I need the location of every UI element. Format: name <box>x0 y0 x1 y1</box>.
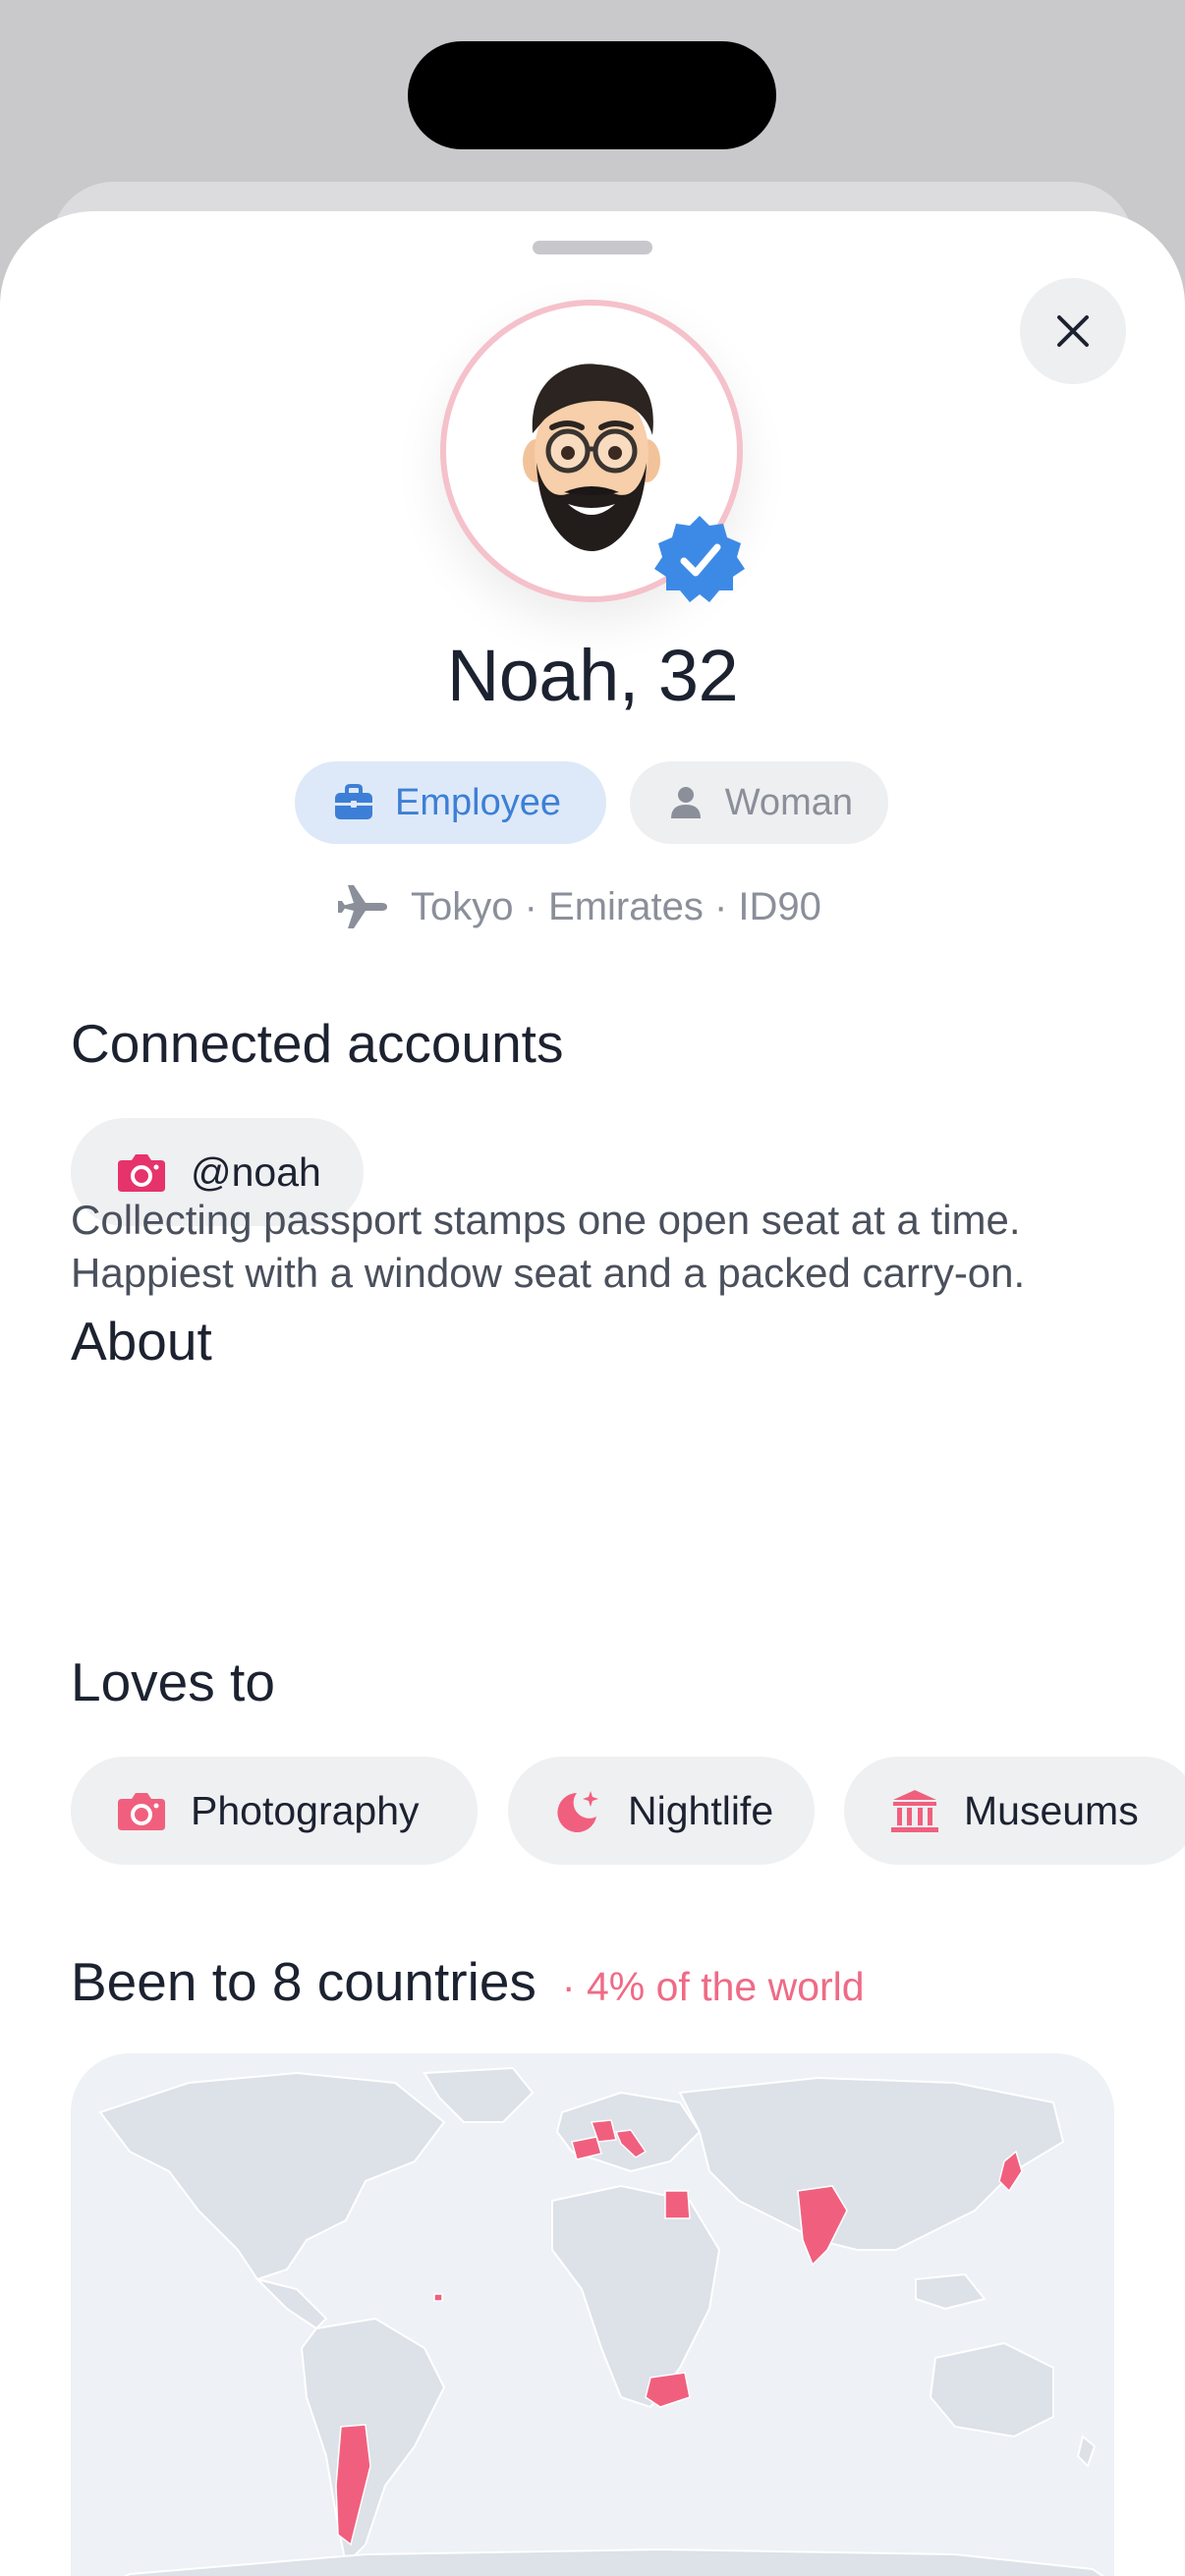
museum-icon <box>887 1783 942 1838</box>
connected-accounts-title: Connected accounts <box>71 1013 564 1074</box>
interest-chip-nightlife[interactable]: Nightlife <box>508 1757 815 1865</box>
employee-chip-label: Employee <box>395 781 561 823</box>
gender-chip: Woman <box>630 761 888 844</box>
land-greenland <box>423 2066 535 2123</box>
visited-south-africa <box>645 2372 691 2408</box>
countries-percentage: · 4% of the world <box>561 1964 865 2009</box>
briefcase-icon <box>332 781 375 824</box>
world-map[interactable] <box>71 2053 1114 2576</box>
airplane-icon <box>338 885 387 928</box>
instagram-handle: @noah <box>191 1148 321 1195</box>
loves-to-title: Loves to <box>71 1652 275 1712</box>
land-new-zealand <box>1076 2435 1097 2468</box>
close-icon <box>1057 315 1089 347</box>
land-antarctica <box>123 2548 1105 2576</box>
countries-header: Been to 8 countries · 4% of the world <box>71 1950 865 2013</box>
person-icon <box>667 781 705 824</box>
travel-meta-text: Tokyo · Emirates · ID90 <box>411 884 821 928</box>
profile-chips: Employee Woman <box>295 761 888 844</box>
land-africa <box>551 2184 721 2409</box>
visited-egypt <box>664 2190 691 2219</box>
travel-meta: Tokyo · Emirates · ID90 <box>334 877 821 936</box>
land-central-america <box>254 2277 328 2330</box>
sheet-grabber[interactable] <box>533 241 652 254</box>
employee-chip: Employee <box>295 761 606 844</box>
gender-chip-label: Woman <box>724 781 853 823</box>
interest-chip-photography[interactable]: Photography <box>71 1757 478 1865</box>
camera-icon <box>114 1145 169 1200</box>
land-australia <box>929 2341 1054 2438</box>
interest-label: Nightlife <box>628 1787 774 1833</box>
profile-sheet: Noah, 32 Employee Woman Tokyo · Emirates… <box>0 211 1185 2576</box>
camera-icon <box>114 1783 169 1838</box>
interest-label: Museums <box>964 1787 1139 1833</box>
world-map-svg <box>98 2066 1105 2576</box>
interest-chip-museums[interactable]: Museums <box>844 1757 1185 1865</box>
moon-stars-icon <box>551 1783 606 1838</box>
avatar[interactable] <box>440 300 745 602</box>
land-north-america <box>98 2071 446 2281</box>
countries-title: Been to 8 countries <box>71 1951 536 2012</box>
visited-marker <box>433 2293 443 2302</box>
land-south-america <box>300 2317 446 2567</box>
visited-india <box>797 2185 848 2267</box>
profile-name: Noah, 32 <box>446 635 739 716</box>
interest-label: Photography <box>191 1787 420 1833</box>
land-southeast-asia <box>915 2272 987 2311</box>
verified-badge-icon <box>654 516 745 602</box>
about-title: About <box>71 1311 212 1372</box>
dynamic-island <box>408 41 776 149</box>
about-text: Collecting passport stamps one open seat… <box>71 1197 1026 1296</box>
close-button[interactable] <box>1020 278 1126 384</box>
